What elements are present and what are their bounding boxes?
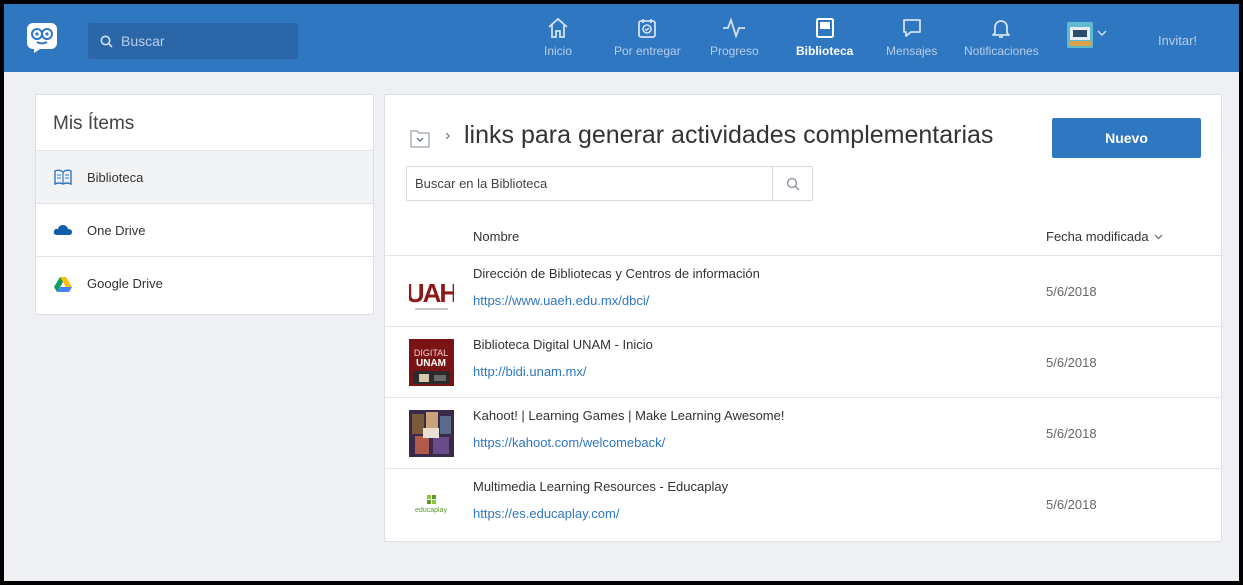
item-date: 5/6/2018 <box>1046 497 1097 512</box>
item-date: 5/6/2018 <box>1046 426 1097 441</box>
library-icon <box>814 14 836 42</box>
message-icon <box>900 14 924 42</box>
column-header-date[interactable]: Fecha modificada <box>1046 229 1163 244</box>
svg-text:UNAM: UNAM <box>416 358 446 369</box>
bell-icon <box>989 14 1013 42</box>
onedrive-icon <box>53 222 73 238</box>
search-icon <box>786 177 799 190</box>
items-list: UAH Dirección de Bibliotecas y Centros d… <box>385 255 1221 539</box>
item-title[interactable]: Kahoot! | Learning Games | Make Learning… <box>473 408 784 423</box>
svg-text:educaplay: educaplay <box>415 507 447 514</box>
nav-mensajes-label: Mensajes <box>886 44 938 58</box>
assignment-icon <box>635 14 659 42</box>
google-drive-icon <box>53 276 73 292</box>
sidebar-item-label: One Drive <box>87 222 146 238</box>
my-items-panel: Mis Ítems Biblioteca One Drive Google Dr… <box>35 94 374 315</box>
uaeh-thumbnail: UAH <box>406 268 459 315</box>
column-header-name[interactable]: Nombre <box>473 229 519 244</box>
library-panel: › links para generar actividades complem… <box>384 94 1222 542</box>
page-title: links para generar actividades complemen… <box>464 121 994 149</box>
folder-dropdown-icon[interactable] <box>409 127 431 149</box>
sidebar-item-label: Biblioteca <box>87 169 144 185</box>
nav-biblioteca[interactable]: Biblioteca <box>796 14 853 72</box>
list-item[interactable]: UAH Dirección de Bibliotecas y Centros d… <box>385 255 1221 326</box>
nav-inicio-label: Inicio <box>544 44 573 58</box>
top-navbar: Buscar Inicio Por entregar Progreso Bibl… <box>4 4 1239 72</box>
sidebar-item-label: Google Drive <box>87 276 163 291</box>
my-items-title: Mis Ítems <box>36 95 373 151</box>
home-icon <box>546 14 570 42</box>
nav-notificaciones[interactable]: Notificaciones <box>964 14 1039 72</box>
unam-thumbnail: DIGITAL UNAM <box>409 339 454 386</box>
user-avatar[interactable] <box>1067 22 1093 48</box>
chevron-down-icon <box>1154 234 1163 239</box>
item-date: 5/6/2018 <box>1046 284 1097 299</box>
nav-notificaciones-label: Notificaciones <box>964 44 1039 58</box>
column-header-date-label: Fecha modificada <box>1046 229 1149 244</box>
library-search <box>406 166 813 201</box>
search-icon <box>100 35 113 48</box>
nav-progreso[interactable]: Progreso <box>710 14 759 72</box>
nav-biblioteca-label: Biblioteca <box>796 44 854 58</box>
item-url-link[interactable]: https://www.uaeh.edu.mx/dbci/ <box>473 293 649 308</box>
list-item[interactable]: Kahoot! | Learning Games | Make Learning… <box>385 397 1221 468</box>
app-window: Buscar Inicio Por entregar Progreso Bibl… <box>4 4 1239 581</box>
item-title[interactable]: Biblioteca Digital UNAM - Inicio <box>473 337 653 352</box>
item-url-link[interactable]: https://kahoot.com/welcomeback/ <box>473 435 665 450</box>
nav-inicio[interactable]: Inicio <box>544 14 572 72</box>
educaplay-thumbnail: educaplay <box>409 481 454 528</box>
item-url-link[interactable]: http://bidi.unam.mx/ <box>473 364 586 379</box>
chevron-down-icon[interactable] <box>1097 30 1107 37</box>
edmodo-logo-icon[interactable] <box>26 21 58 53</box>
list-item[interactable]: educaplay Multimedia Learning Resources … <box>385 468 1221 539</box>
sidebar-item-onedrive[interactable]: One Drive <box>36 204 373 257</box>
library-search-input[interactable] <box>407 167 772 200</box>
new-button[interactable]: Nuevo <box>1052 118 1201 158</box>
sidebar-item-google-drive[interactable]: Google Drive <box>36 257 373 310</box>
item-title[interactable]: Dirección de Bibliotecas y Centros de in… <box>473 266 760 281</box>
invite-link[interactable]: Invitar! <box>1158 33 1197 48</box>
library-search-button[interactable] <box>772 167 812 200</box>
global-search-placeholder: Buscar <box>121 33 165 49</box>
breadcrumb-separator-icon: › <box>445 127 451 144</box>
kahoot-thumbnail <box>409 410 454 457</box>
svg-text:DIGITAL: DIGITAL <box>414 348 448 358</box>
global-search-input[interactable]: Buscar <box>88 23 298 59</box>
sidebar-item-biblioteca[interactable]: Biblioteca <box>36 151 373 204</box>
nav-mensajes[interactable]: Mensajes <box>886 14 937 72</box>
list-item[interactable]: DIGITAL UNAM Biblioteca Digital UNAM - I… <box>385 326 1221 397</box>
item-date: 5/6/2018 <box>1046 355 1097 370</box>
book-icon <box>53 169 73 185</box>
nav-por-entregar-label: Por entregar <box>614 44 681 58</box>
nav-por-entregar[interactable]: Por entregar <box>614 14 681 72</box>
item-title[interactable]: Multimedia Learning Resources - Educapla… <box>473 479 728 494</box>
item-url-link[interactable]: https://es.educaplay.com/ <box>473 506 619 521</box>
nav-progreso-label: Progreso <box>710 44 759 58</box>
svg-text:UAH: UAH <box>409 278 454 308</box>
pulse-icon <box>721 14 747 42</box>
